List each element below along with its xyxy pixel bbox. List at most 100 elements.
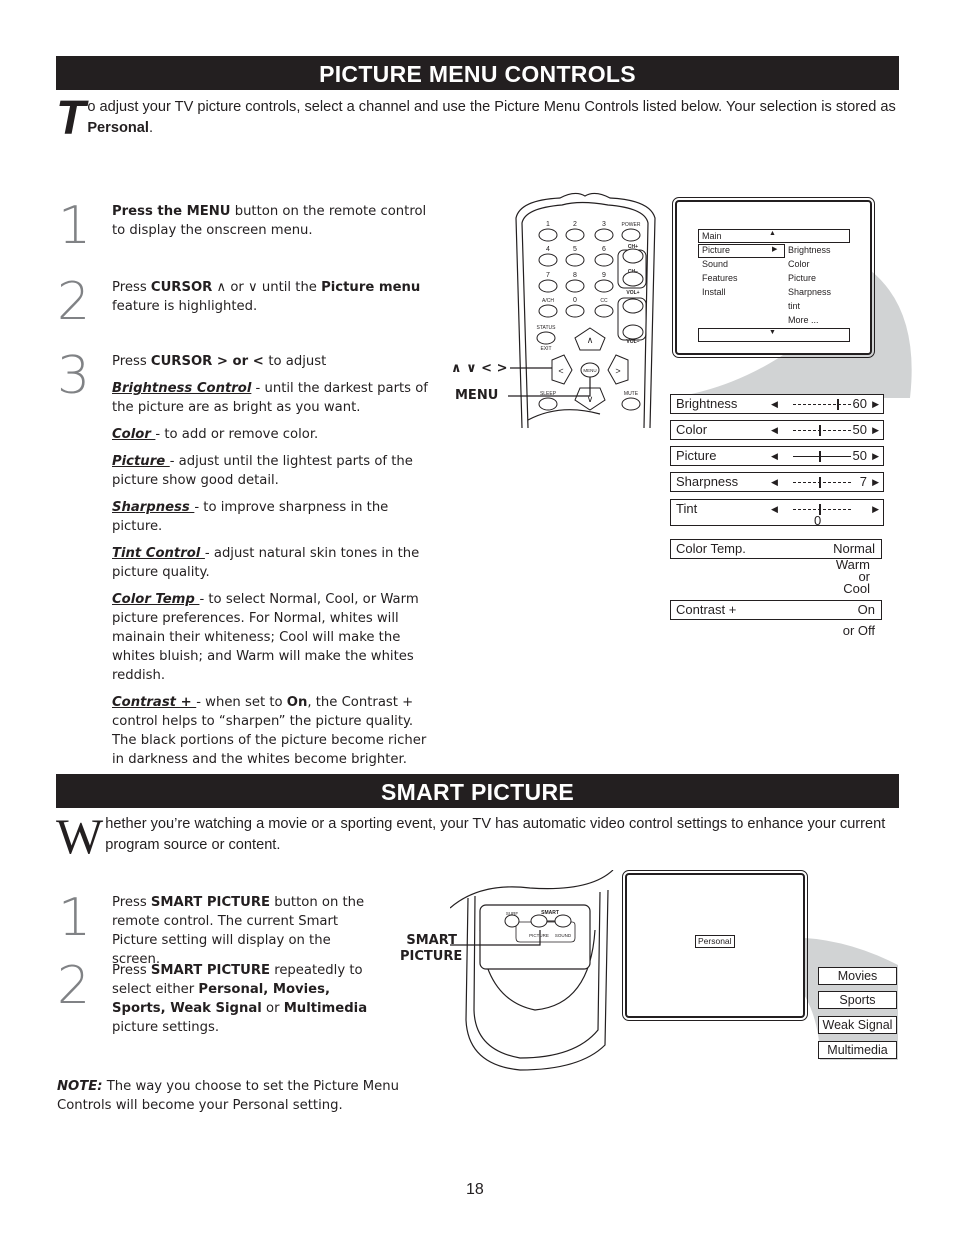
step-3-text: Press CURSOR > or < to adjust Brightness… <box>112 352 437 777</box>
section2-intro: Whether you’re watching a movie or a spo… <box>56 808 886 864</box>
remote-button-5 <box>565 253 585 267</box>
menu-item-picture[interactable]: Picture <box>702 245 730 255</box>
menu-main-label: Main <box>702 231 722 241</box>
svg-text:EXIT: EXIT <box>540 346 551 352</box>
slider-row-color[interactable]: Color ◀ 50 ▶ <box>670 420 884 440</box>
contrast-plus-label: Contrast + <box>676 602 737 617</box>
slider-row-sharpness[interactable]: Sharpness ◀ 7 ▶ <box>670 472 884 492</box>
up-arrow-icon: ▲ <box>769 230 776 237</box>
callout-menu: MENU <box>455 388 499 403</box>
svg-text:SMART: SMART <box>541 910 559 916</box>
dropcap: T <box>56 92 86 145</box>
slider-label: Sharpness <box>676 474 739 489</box>
remote-button-4 <box>538 253 558 267</box>
submenu-tint[interactable]: tint <box>788 301 800 311</box>
slider-label: Tint <box>676 501 698 516</box>
slider-row-tint[interactable]: Tint ◀ 0 ▶ <box>670 499 884 528</box>
control-desc-sharpness: Sharpness - to improve sharpness in the … <box>112 500 389 534</box>
submenu-picture[interactable]: Picture <box>788 273 816 283</box>
menu-item-features[interactable]: Features <box>702 273 738 283</box>
picture-menu-controls-heading: PICTURE MENU CONTROLS <box>56 56 899 90</box>
smart-remote-illustration: SURF SMART PICTURE SOUND <box>450 870 614 1071</box>
slider-label: Color <box>676 422 708 437</box>
control-desc-picture: Picture - adjust until the lightest part… <box>112 454 413 488</box>
step-number: 1 <box>58 888 92 948</box>
tv-screen-menu: Main ▲ Picture ▶ Sound Features Install … <box>672 197 875 358</box>
page-number: 18 <box>466 1181 484 1198</box>
slider-thumb[interactable] <box>819 477 822 488</box>
svg-text:MENU: MENU <box>583 368 596 373</box>
slider-track[interactable] <box>793 504 851 515</box>
color-temp-row[interactable]: Color Temp. Normal <box>670 539 882 559</box>
menu-item-sound[interactable]: Sound <box>702 259 728 269</box>
remote-control-illustration: 1 2 3 POWER 4 5 6 CH+ 7 8 9 CH− A/CH 0 C… <box>508 192 656 428</box>
svg-text:VOL+: VOL+ <box>626 290 639 296</box>
submenu-color[interactable]: Color <box>788 259 810 269</box>
smart-option-sports[interactable]: Sports <box>818 991 897 1009</box>
left-arrow-icon[interactable]: ◀ <box>771 421 778 439</box>
slider-track[interactable] <box>793 451 851 462</box>
section1-intro: To adjust your TV picture controls, sele… <box>56 92 896 145</box>
menu-item-install[interactable]: Install <box>702 287 726 297</box>
slider-track[interactable] <box>793 425 851 436</box>
slider-thumb[interactable] <box>819 425 822 436</box>
remote-button-power <box>621 228 641 242</box>
slider-label: Picture <box>676 448 717 463</box>
svg-text:PICTURE: PICTURE <box>529 933 549 938</box>
remote-button-ch-down <box>622 271 644 287</box>
submenu-more[interactable]: More ... <box>788 315 819 325</box>
step-2-text: Press CURSOR ∧ or ∨ until the Picture me… <box>112 280 421 314</box>
slider-row-picture[interactable]: Picture ◀ 50 ▶ <box>670 446 884 466</box>
svg-text:<: < <box>558 366 563 376</box>
down-arrow-icon: ▼ <box>769 329 776 336</box>
svg-text:POWER: POWER <box>622 222 641 228</box>
callout-smart-picture: SMART PICTURE <box>400 933 463 964</box>
right-arrow-icon[interactable]: ▶ <box>872 473 879 491</box>
smart-option-weak-signal[interactable]: Weak Signal <box>818 1016 897 1034</box>
svg-text:4: 4 <box>546 246 550 253</box>
right-arrow-icon[interactable]: ▶ <box>872 447 879 465</box>
slider-label: Brightness <box>676 396 738 411</box>
control-desc-brightness: Brightness Control - until the darkest p… <box>112 381 428 415</box>
right-arrow-icon[interactable]: ▶ <box>872 395 879 413</box>
note: NOTE: The way you choose to set the Pict… <box>57 1079 400 1113</box>
control-desc-tint: Tint Control - adjust natural skin tones… <box>112 546 420 580</box>
right-arrow-icon[interactable]: ▶ <box>872 421 879 439</box>
smart-picture-heading: SMART PICTURE <box>56 774 899 808</box>
smart-option-movies[interactable]: Movies <box>818 967 897 985</box>
color-temp-alternatives: Warm or Cool <box>835 557 870 596</box>
slider-row-brightness[interactable]: Brightness ◀ 60 ▶ <box>670 394 884 414</box>
dropcap: W <box>56 808 104 864</box>
contrast-plus-row[interactable]: Contrast + On <box>670 600 882 620</box>
slider-thumb[interactable] <box>836 399 839 410</box>
slider-track[interactable] <box>793 477 851 488</box>
remote-button-9 <box>594 279 614 293</box>
left-arrow-icon[interactable]: ◀ <box>771 473 778 491</box>
submenu-brightness[interactable]: Brightness <box>788 245 831 255</box>
left-arrow-icon[interactable]: ◀ <box>771 395 778 413</box>
submenu-sharpness[interactable]: Sharpness <box>788 287 831 297</box>
svg-text:8: 8 <box>573 272 577 279</box>
svg-text:3: 3 <box>602 221 606 228</box>
slider-track[interactable] <box>793 399 851 410</box>
slider-thumb[interactable] <box>819 451 822 462</box>
svg-text:STATUS: STATUS <box>537 325 557 331</box>
control-desc-contrast-plus: Contrast + - when set to On, the Contras… <box>112 695 427 767</box>
slider-value: 60 <box>852 396 867 411</box>
surf-button <box>504 914 520 928</box>
step-number: 2 <box>57 956 91 1016</box>
right-arrow-icon[interactable]: ▶ <box>872 500 879 518</box>
tv-screen-smart-picture: Personal <box>622 870 808 1021</box>
remote-button-vol-up <box>622 298 644 314</box>
left-arrow-icon[interactable]: ◀ <box>771 500 778 518</box>
svg-text:A/CH: A/CH <box>542 298 554 304</box>
remote-button-ch-up <box>622 248 644 264</box>
smart-option-multimedia[interactable]: Multimedia <box>818 1041 897 1059</box>
color-temp-value: Normal <box>833 541 875 556</box>
remote-button-ach <box>538 304 558 318</box>
left-arrow-icon[interactable]: ◀ <box>771 447 778 465</box>
slider-value: 0 <box>814 513 822 528</box>
remote-button-cc <box>594 304 614 318</box>
remote-button-vol-down <box>622 324 644 340</box>
slider-value: 50 <box>852 448 867 463</box>
